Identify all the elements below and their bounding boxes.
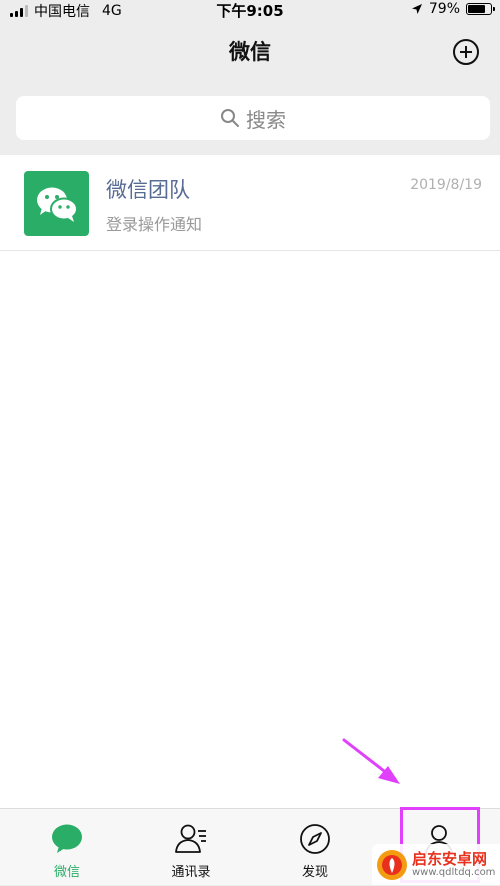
battery-icon bbox=[466, 3, 495, 15]
watermark-name: 启东安卓网 bbox=[412, 849, 488, 868]
tab-wechat[interactable]: 微信 bbox=[17, 809, 117, 886]
tab-discover[interactable]: 发现 bbox=[265, 809, 365, 886]
search-icon bbox=[221, 109, 239, 127]
status-right: 79% bbox=[411, 1, 495, 17]
chat-bubble-icon bbox=[52, 824, 82, 853]
tab-label: 微信 bbox=[53, 865, 80, 880]
chat-name: 微信团队 bbox=[106, 178, 190, 202]
nav-bar: 微信 bbox=[0, 22, 500, 80]
tab-label: 通讯录 bbox=[171, 865, 211, 880]
status-bar: 中国电信 4G 下午9:05 79% bbox=[0, 0, 500, 20]
avatar bbox=[24, 171, 89, 236]
watermark: 启东安卓网 www.qdltdq.com bbox=[372, 844, 500, 885]
search-bar[interactable]: 搜索 bbox=[16, 96, 490, 140]
tab-label: 发现 bbox=[301, 865, 328, 880]
chat-time: 2019/8/19 bbox=[410, 177, 482, 193]
wechat-logo-icon bbox=[36, 187, 78, 222]
search-placeholder: 搜索 bbox=[246, 107, 286, 132]
tab-contacts[interactable]: 通讯录 bbox=[141, 809, 241, 886]
plus-circle-icon[interactable] bbox=[452, 38, 480, 66]
chat-list-item[interactable]: 微信团队 2019/8/19 登录操作通知 bbox=[0, 155, 500, 251]
battery-fill bbox=[468, 5, 486, 13]
battery-percent: 79% bbox=[428, 1, 460, 17]
watermark-url: www.qdltdq.com bbox=[412, 867, 496, 879]
watermark-text: 启东安卓网 www.qdltdq.com bbox=[412, 851, 495, 879]
page-title: 微信 bbox=[229, 40, 271, 64]
watermark-logo-icon bbox=[377, 849, 407, 880]
contacts-icon bbox=[175, 824, 206, 853]
location-arrow-icon bbox=[411, 4, 422, 14]
chat-preview: 登录操作通知 bbox=[106, 215, 203, 234]
chat-list: 微信团队 2019/8/19 登录操作通知 bbox=[0, 155, 500, 808]
compass-icon bbox=[300, 824, 330, 854]
